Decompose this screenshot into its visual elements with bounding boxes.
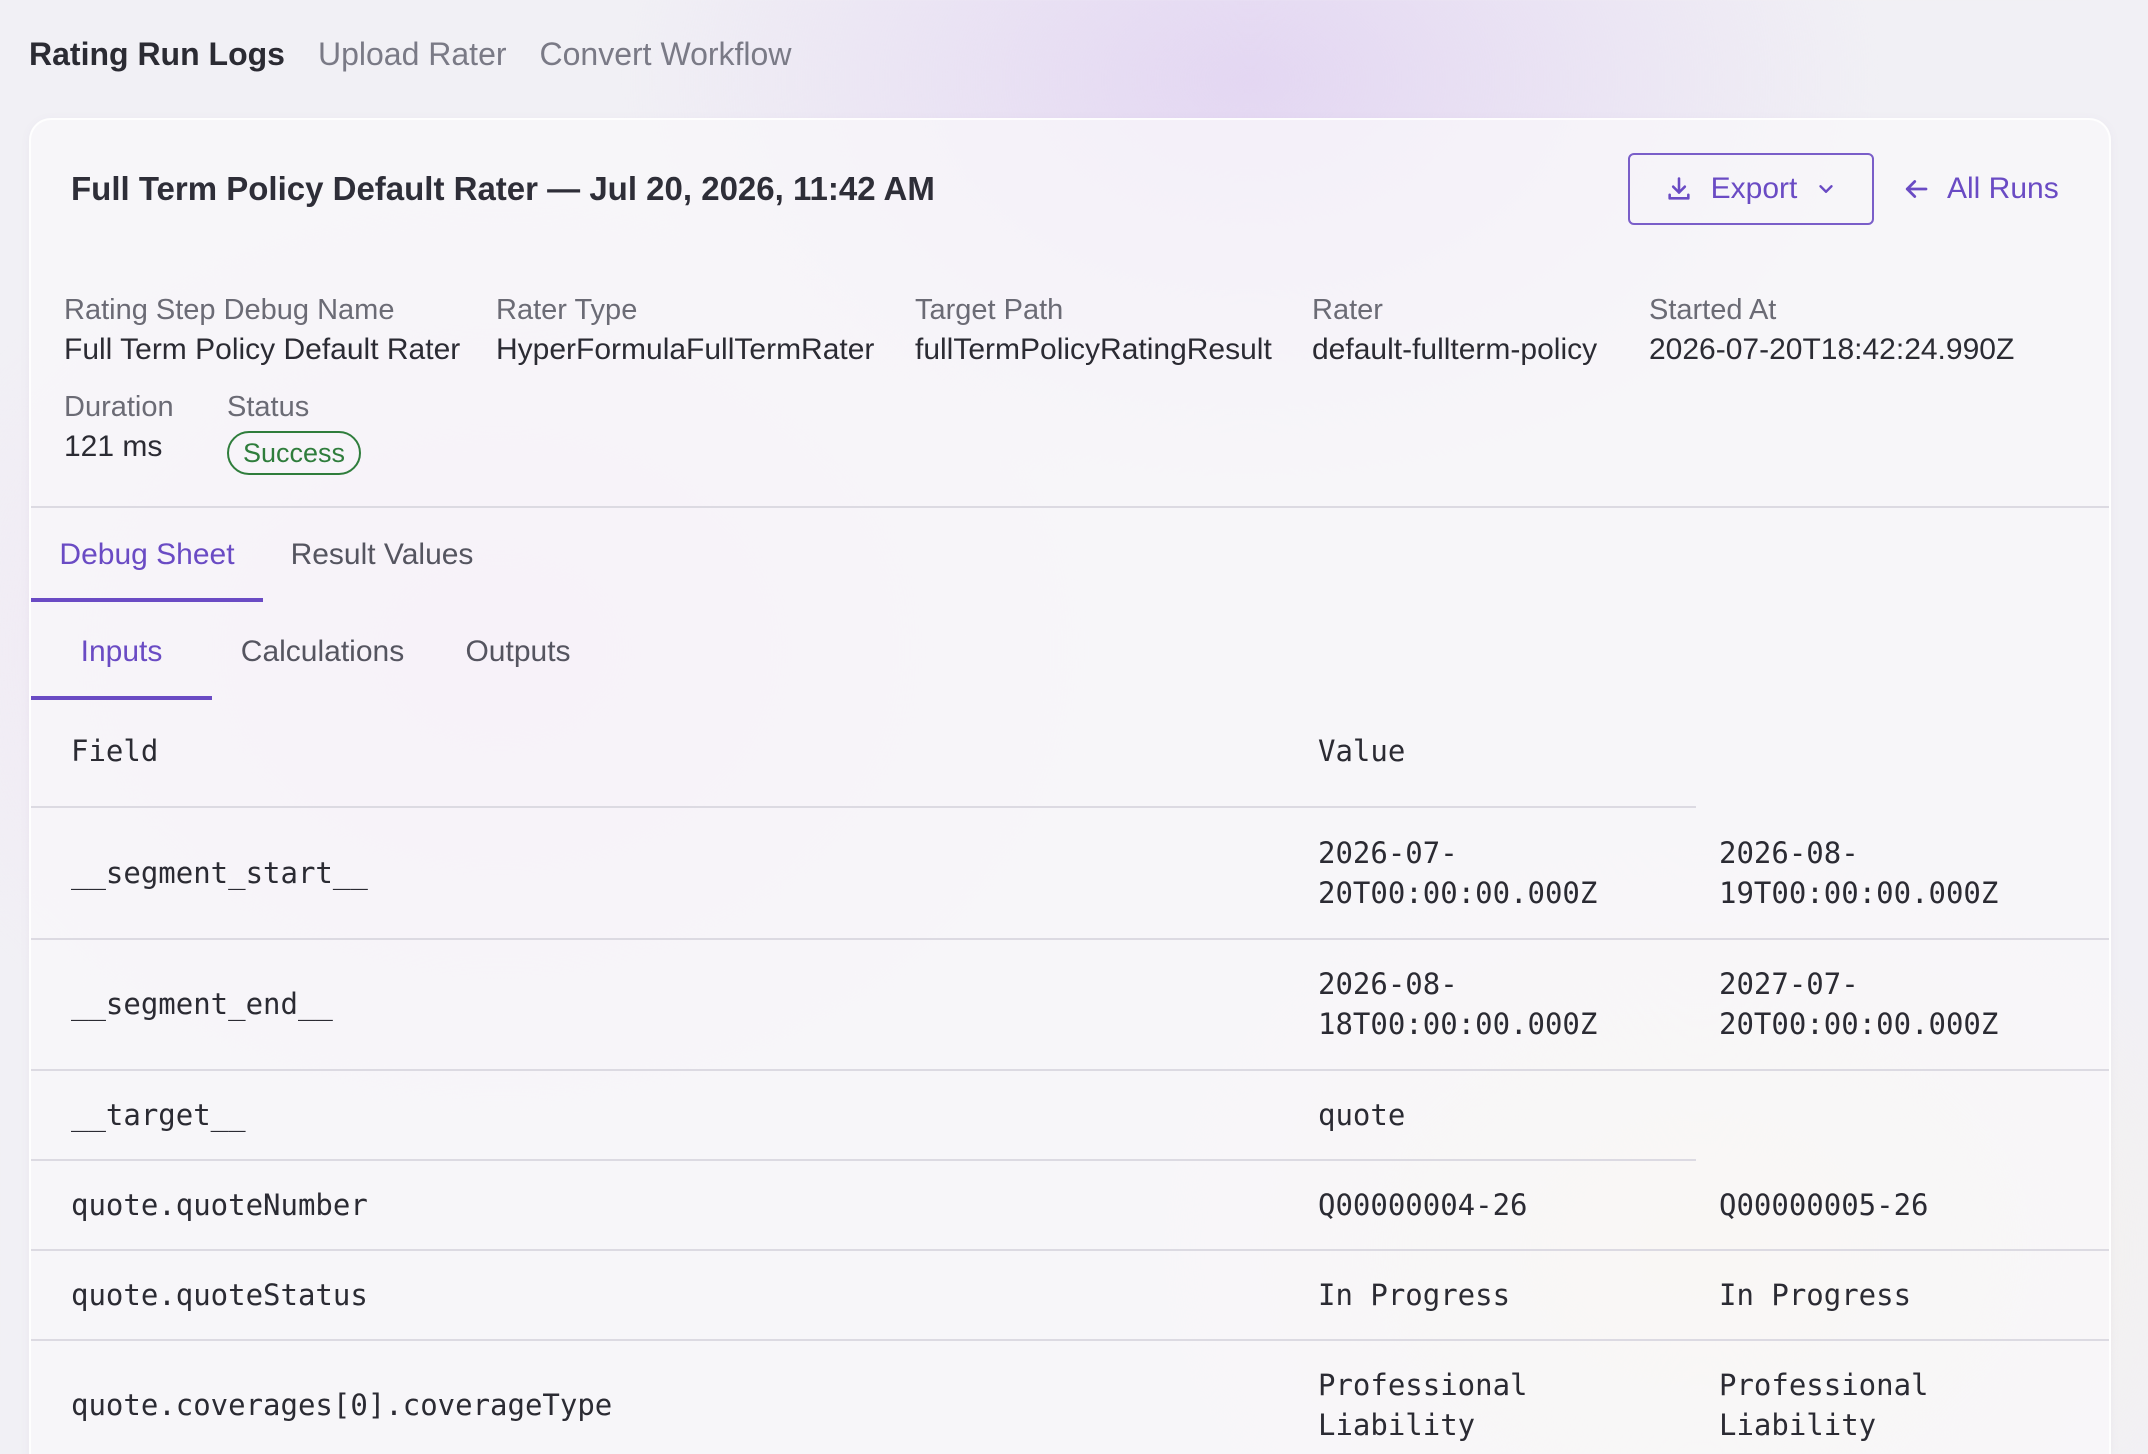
value-cell: Professional Liability	[1318, 1368, 1528, 1442]
column-header-field: Field	[71, 734, 159, 768]
value-cell: 2026-08- 18T00:00:00.000Z	[1318, 967, 1598, 1041]
rater-label: Rater	[1312, 294, 1383, 326]
tab-debug-sheet[interactable]: Debug Sheet	[31, 508, 263, 602]
table-row: quote.quoteNumber Q00000004-26 Q00000005…	[31, 1161, 2109, 1249]
table-row: __target__ quote	[31, 1071, 2109, 1159]
meta-started-at: Started At 2026-07-20T18:42:24.990Z	[1649, 290, 2049, 370]
value-cell: In Progress	[1318, 1278, 1511, 1312]
meta-target-path: Target Path fullTermPolicyRatingResult	[915, 290, 1312, 370]
all-runs-label: All Runs	[1947, 172, 2059, 205]
target-path-label: Target Path	[915, 294, 1064, 326]
field-cell: __target__	[71, 1098, 246, 1132]
top-nav: Rating Run Logs Upload Rater Convert Wor…	[29, 30, 791, 78]
table-row: __segment_start__ 2026-07- 20T00:00:00.0…	[31, 808, 2109, 938]
field-cell: quote.coverages[0].coverageType	[71, 1388, 613, 1422]
step-name-label: Rating Step Debug Name	[64, 294, 395, 326]
nav-upload-rater[interactable]: Upload Rater	[318, 36, 507, 73]
step-name-value: Full Term Policy Default Rater	[64, 333, 461, 366]
export-label: Export	[1710, 172, 1798, 205]
status-badge: Success	[227, 431, 362, 475]
value-cell: Q00000004-26	[1318, 1188, 1528, 1222]
meta-row-1: Rating Step Debug Name Full Term Policy …	[64, 290, 2049, 370]
subtab-outputs[interactable]: Outputs	[433, 604, 603, 700]
chevron-down-icon	[1815, 178, 1837, 200]
subtab-inputs[interactable]: Inputs	[31, 604, 212, 700]
status-label: Status	[227, 391, 310, 423]
field-cell: __segment_end__	[71, 987, 333, 1021]
meta-status: Status Success	[227, 387, 362, 475]
meta-step-name: Rating Step Debug Name Full Term Policy …	[64, 290, 496, 370]
page-title: Full Term Policy Default Rater — Jul 20,…	[71, 170, 935, 207]
started-at-value: 2026-07-20T18:42:24.990Z	[1649, 333, 2015, 366]
value-cell: Professional Liability	[1719, 1368, 1929, 1442]
subtab-calculations[interactable]: Calculations	[212, 604, 433, 700]
column-header-value: Value	[1318, 734, 1406, 768]
rater-type-label: Rater Type	[496, 294, 638, 326]
meta-rater: Rater default-fullterm-policy	[1312, 290, 1649, 370]
tab-result-values[interactable]: Result Values	[263, 508, 501, 602]
download-icon	[1665, 175, 1693, 203]
meta-duration: Duration 121 ms	[64, 387, 227, 475]
arrow-left-icon	[1901, 174, 1931, 204]
value-cell: 2026-08- 19T00:00:00.000Z	[1719, 836, 1999, 910]
duration-value: 121 ms	[64, 430, 163, 463]
nav-rating-run-logs[interactable]: Rating Run Logs	[29, 36, 285, 73]
table-row: quote.coverages[0].coverageType Professi…	[31, 1341, 2109, 1454]
table-row: quote.quoteStatus In Progress In Progres…	[31, 1251, 2109, 1339]
main-tabs: Debug Sheet Result Values	[31, 508, 501, 602]
field-cell: quote.quoteStatus	[71, 1278, 368, 1312]
field-cell: quote.quoteNumber	[71, 1188, 368, 1222]
export-button[interactable]: Export	[1628, 153, 1874, 225]
card-header: Full Term Policy Default Rater — Jul 20,…	[31, 120, 2109, 260]
value-cell: 2026-07- 20T00:00:00.000Z	[1318, 836, 1598, 910]
meta-row-2: Duration 121 ms Status Success	[64, 387, 362, 475]
duration-label: Duration	[64, 391, 174, 423]
sub-tabs: Inputs Calculations Outputs	[31, 604, 603, 700]
value-cell: Q00000005-26	[1719, 1188, 1929, 1222]
target-path-value: fullTermPolicyRatingResult	[915, 333, 1272, 366]
field-cell: __segment_start__	[71, 856, 368, 890]
value-cell: 2027-07- 20T00:00:00.000Z	[1719, 967, 1999, 1041]
value-cell: In Progress	[1719, 1278, 1912, 1312]
table-row: __segment_end__ 2026-08- 18T00:00:00.000…	[31, 940, 2109, 1069]
nav-convert-workflow[interactable]: Convert Workflow	[540, 36, 792, 73]
meta-rater-type: Rater Type HyperFormulaFullTermRater	[496, 290, 915, 370]
all-runs-button[interactable]: All Runs	[1901, 153, 2059, 225]
run-detail-card: Full Term Policy Default Rater — Jul 20,…	[29, 118, 2111, 1454]
value-cell: quote	[1318, 1098, 1406, 1132]
rater-value: default-fullterm-policy	[1312, 333, 1598, 366]
rater-type-value: HyperFormulaFullTermRater	[496, 333, 875, 366]
started-at-label: Started At	[1649, 294, 1777, 326]
